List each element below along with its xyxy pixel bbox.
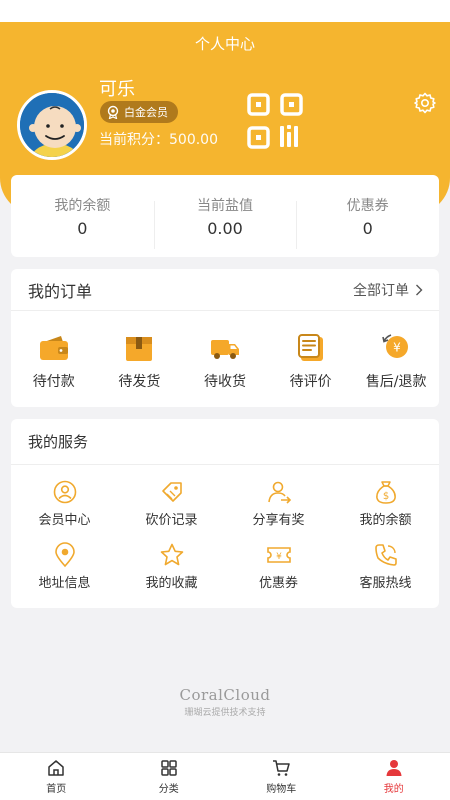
service-bargain-records[interactable]: 砍价记录 [118,479,225,528]
points-line: 当前积分：500.00 [99,129,218,149]
footer-brand: CoralCloud [179,686,271,704]
bargain-icon [161,482,182,502]
username: 可乐 [99,79,135,100]
review-icon [297,334,323,361]
coupon-icon: ¥ [266,547,291,563]
service-label: 我的余额 [359,513,412,528]
footer-credit: 珊瑚云提供技术支持 [184,708,266,718]
grid-icon [161,760,177,776]
services-grid: 会员中心 砍价记录 分享有奖 $ 我的余额 地址信息 我的收藏 ¥ 优惠券 客服… [11,465,439,591]
stat-value: 0.00 [207,218,243,238]
service-label: 会员中心 [38,513,91,528]
order-pending-payment[interactable]: 待付款 [11,331,97,391]
page-title: 个人中心 [194,35,255,53]
bottom-tab-bar: 首页 分类 购物车 我的 [0,752,450,800]
status-bar [0,0,450,22]
all-orders-link[interactable]: 全部订单 [353,280,423,300]
phone-icon [374,544,397,566]
stat-coupons[interactable]: 优惠券 0 [296,195,439,249]
service-label: 分享有奖 [252,513,305,528]
order-label: 待发货 [118,374,161,390]
svg-text:¥: ¥ [276,552,282,562]
order-pending-shipment[interactable]: 待发货 [97,331,183,391]
wallet-icon [39,336,68,360]
cart-icon [273,760,290,776]
order-label: 待付款 [32,374,75,390]
orders-header: 我的订单 全部订单 [11,269,439,311]
order-label: 待收货 [203,374,246,390]
service-my-balance[interactable]: $ 我的余额 [332,479,439,528]
stat-label: 当前盐值 [197,197,253,214]
tab-label: 分类 [158,784,179,795]
money-bag-icon: $ [375,481,396,504]
service-member-center[interactable]: 会员中心 [11,479,118,528]
svg-text:¥: ¥ [393,341,401,355]
stat-salt-value[interactable]: 当前盐值 0.00 [153,195,297,249]
stats-card: 我的余额 0 当前盐值 0.00 优惠券 0 [11,175,439,257]
tab-cart[interactable]: 购物车 [225,753,338,800]
service-address-info[interactable]: 地址信息 [11,542,118,591]
stat-balance[interactable]: 我的余额 0 [11,195,154,238]
all-orders-label: 全部订单 [353,282,409,299]
tab-home[interactable]: 首页 [0,753,113,800]
stat-value: 0 [362,218,373,238]
member-level-badge[interactable]: 白金会员 [100,101,178,123]
location-icon [54,542,75,568]
order-after-sales[interactable]: ¥ 售后/退款 [353,331,439,391]
truck-icon [210,340,239,359]
medal-icon [107,105,119,119]
tab-label: 首页 [46,784,67,795]
box-icon [126,337,153,361]
star-icon [160,543,183,566]
points-label: 当前积分： [99,132,169,148]
service-label: 我的收藏 [145,576,198,591]
refund-icon: ¥ [382,334,409,358]
order-status-row: 待付款 待发货 待收货 待评价 ¥ 售后/退款 [11,311,439,391]
order-pending-receipt[interactable]: 待收货 [182,331,268,391]
orders-card: 我的订单 全部订单 待付款 待发货 待收货 待评价 ¥ 售后/退款 [11,269,439,407]
home-icon [48,760,64,776]
service-coupons[interactable]: ¥ 优惠券 [225,542,332,591]
order-pending-review[interactable]: 待评价 [268,331,354,391]
qr-code-icon[interactable] [246,92,304,150]
order-label: 待评价 [289,374,332,390]
stat-label: 优惠券 [346,197,389,214]
settings-gear-icon[interactable] [413,91,437,115]
services-card: 我的服务 会员中心 砍价记录 分享有奖 $ 我的余额 地址信息 我的收藏 ¥ 优… [11,419,439,608]
stat-label: 我的余额 [54,197,111,214]
service-my-favorites[interactable]: 我的收藏 [118,542,225,591]
service-label: 客服热线 [359,576,412,591]
user-icon [386,760,402,776]
tab-mine[interactable]: 我的 [338,753,450,800]
orders-title: 我的订单 [28,281,93,301]
member-level-label: 白金会员 [124,106,168,119]
member-icon [53,480,76,504]
points-value: 500.00 [169,132,218,148]
service-share-rewards[interactable]: 分享有奖 [225,479,332,528]
tab-category[interactable]: 分类 [113,753,226,800]
order-label: 售后/退款 [365,374,427,390]
tab-label: 购物车 [266,784,297,795]
service-label: 优惠券 [258,576,298,591]
service-label: 砍价记录 [145,513,198,528]
chevron-right-icon [416,284,423,295]
avatar[interactable] [17,90,87,160]
tab-label: 我的 [383,784,404,795]
service-customer-hotline[interactable]: 客服热线 [332,542,439,591]
service-label: 地址信息 [38,576,91,591]
share-icon [267,481,291,504]
services-title: 我的服务 [11,419,439,465]
stat-value: 0 [77,218,88,238]
svg-text:$: $ [382,491,388,502]
